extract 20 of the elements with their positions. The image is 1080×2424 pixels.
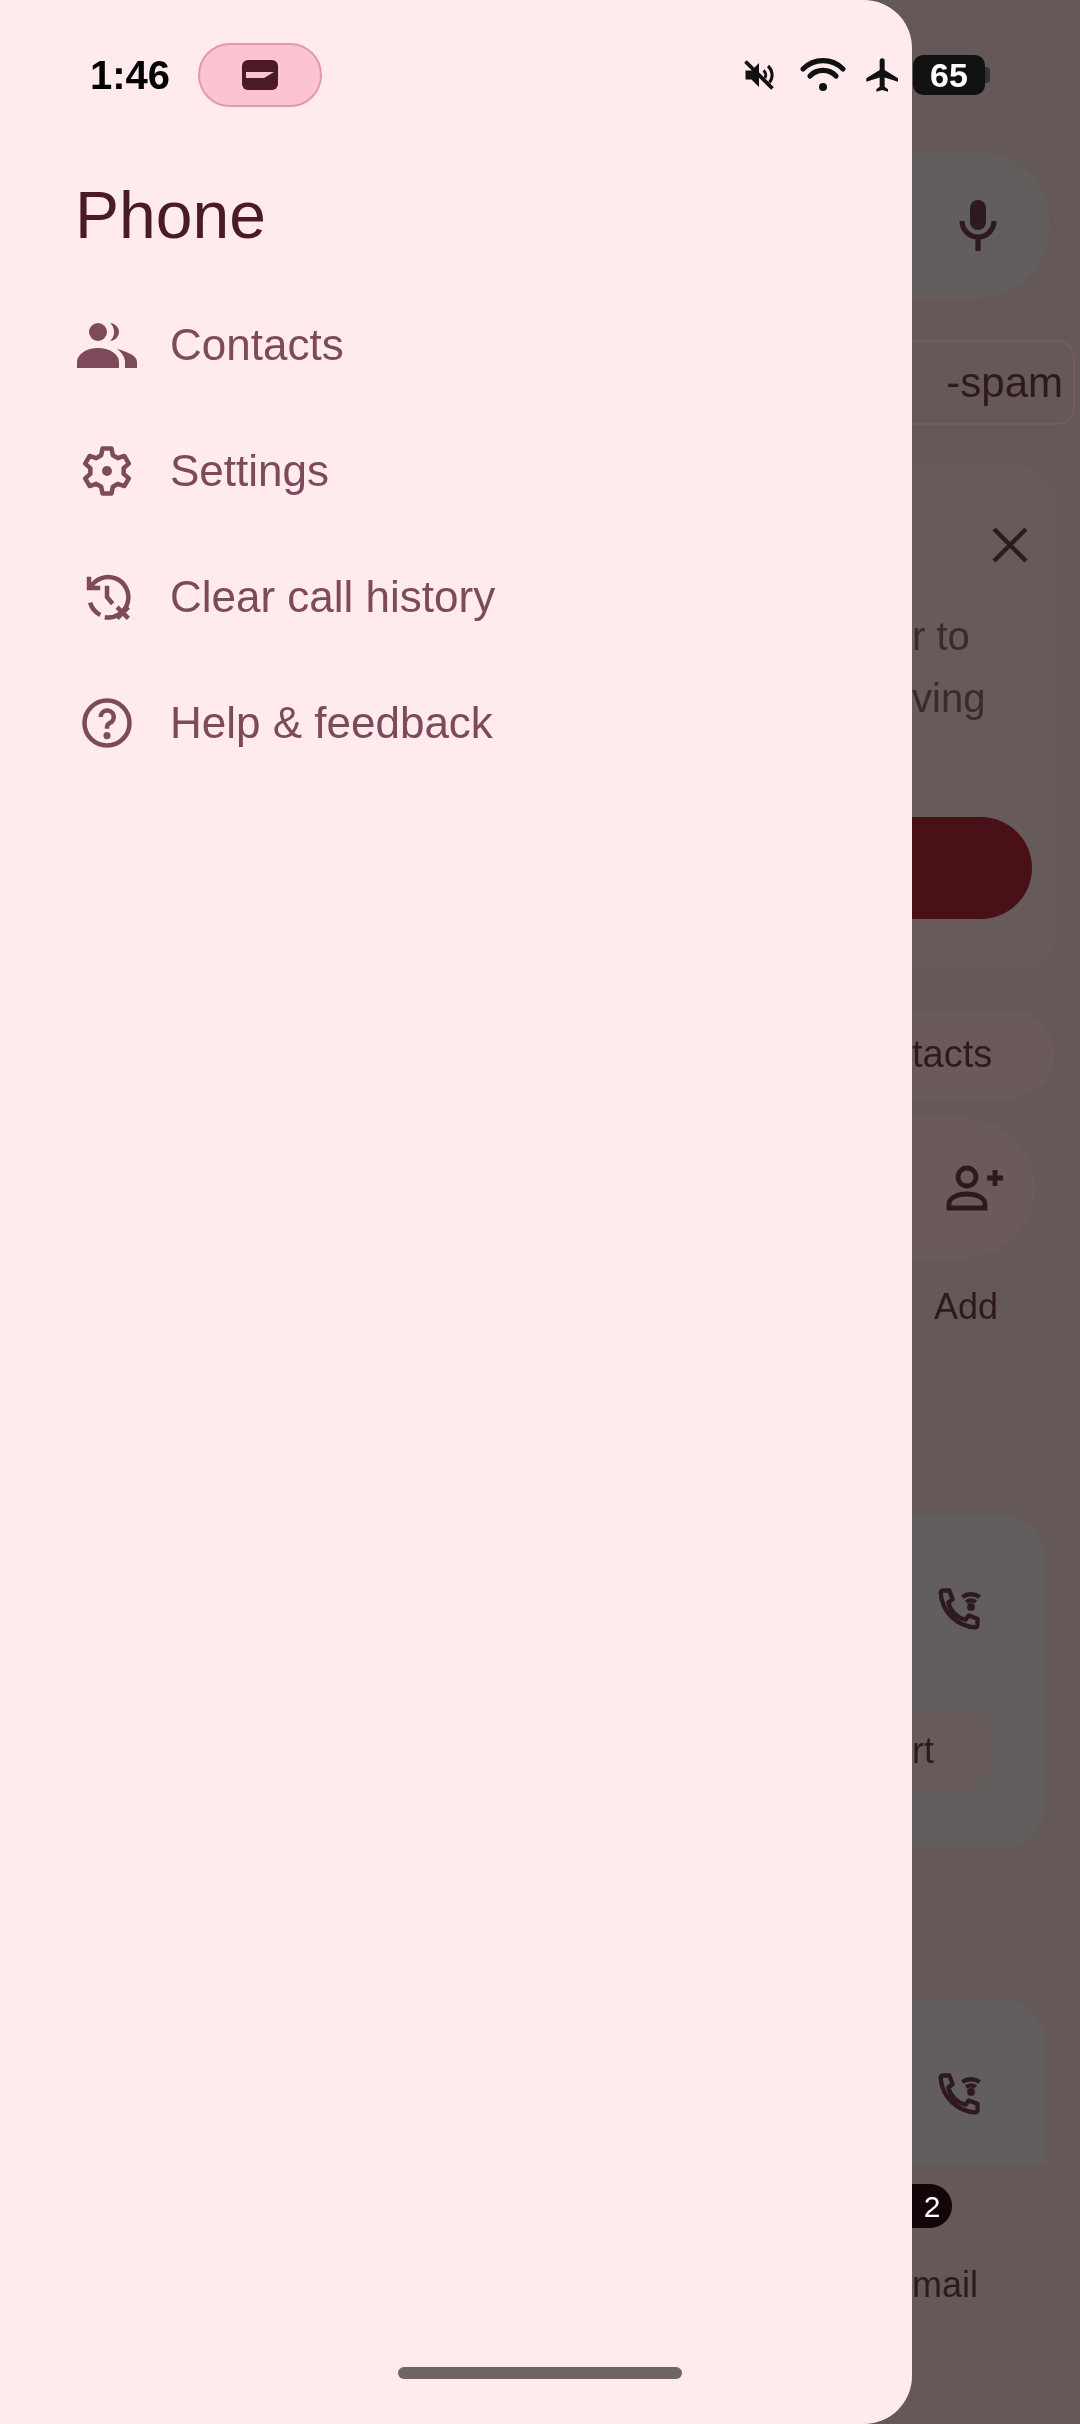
filter-chip: -spam bbox=[912, 340, 1075, 425]
card-chip: rt bbox=[912, 1708, 995, 1794]
gear-icon bbox=[80, 444, 134, 498]
drawer-title: Phone bbox=[75, 178, 266, 252]
battery-indicator: 65 bbox=[913, 55, 990, 95]
contacts-chip: tacts bbox=[912, 1010, 1055, 1098]
add-label: Add bbox=[934, 1285, 999, 1329]
add-person-icon bbox=[945, 1163, 1005, 1213]
help-icon bbox=[80, 696, 134, 750]
drawer-item[interactable]: Help & feedback bbox=[0, 660, 860, 786]
people-icon bbox=[77, 322, 137, 368]
drawer-item[interactable]: Settings bbox=[0, 408, 860, 534]
status-time: 1:46 bbox=[90, 52, 171, 99]
drawer-item[interactable]: Contacts bbox=[0, 282, 860, 408]
nav-label: mail bbox=[912, 2263, 978, 2307]
wallet-icon bbox=[242, 60, 279, 90]
close-icon bbox=[990, 525, 1030, 565]
microphone-icon bbox=[958, 197, 998, 253]
drawer-item[interactable]: Clear call history bbox=[0, 534, 860, 660]
count-badge: 2 bbox=[912, 2184, 952, 2228]
